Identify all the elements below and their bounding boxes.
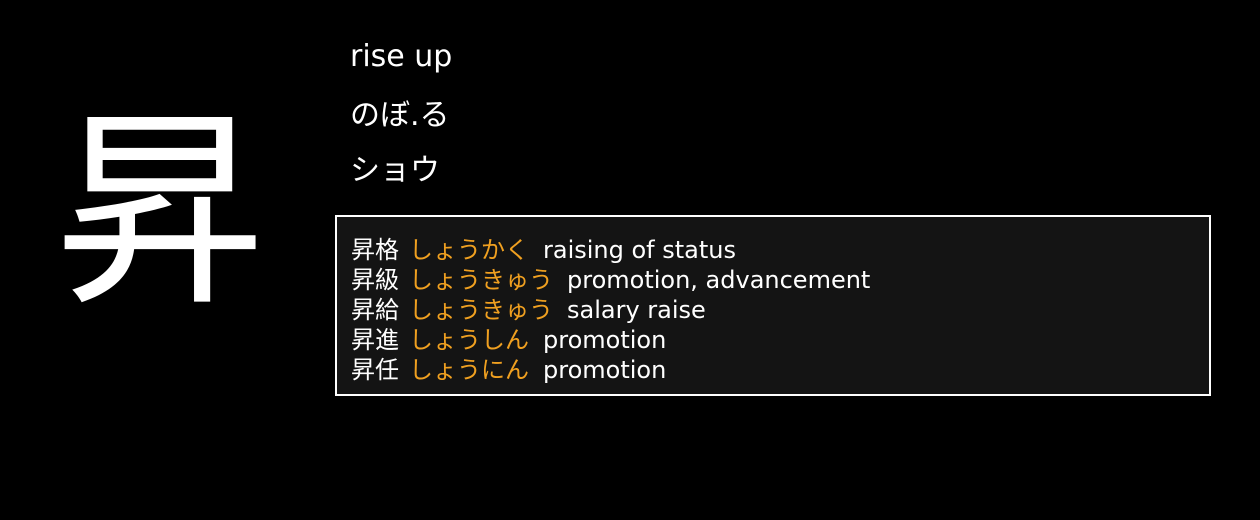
example-row: 昇任 しょうにん promotion	[351, 355, 1209, 385]
example-gloss: salary raise	[567, 296, 706, 324]
example-reading: しょうきゅう	[409, 296, 553, 324]
example-reading: しょうきゅう	[409, 266, 553, 294]
example-words-list: 昇格 しょうかく raising of status 昇級 しょうきゅう promoti…	[351, 235, 1209, 385]
example-row: 昇給 しょうきゅう salary raise	[351, 295, 1209, 325]
on-reading: ショウ	[350, 153, 440, 188]
example-gloss: raising of status	[543, 236, 736, 264]
example-reading: しょうしん	[409, 326, 529, 354]
example-word: 昇級	[351, 266, 399, 294]
kanji-meaning: rise up	[350, 39, 453, 74]
kanji-character: 昇	[54, 90, 265, 335]
example-row: 昇級 しょうきゅう promotion, advancement	[351, 265, 1209, 295]
example-gloss: promotion	[543, 356, 667, 384]
example-words-panel: 昇格 しょうかく raising of status 昇級 しょうきゅう promoti…	[335, 215, 1211, 396]
kun-reading: のぼ.る	[350, 98, 450, 133]
example-row: 昇進 しょうしん promotion	[351, 325, 1209, 355]
example-word: 昇任	[351, 356, 399, 384]
example-word: 昇給	[351, 296, 399, 324]
example-gloss: promotion	[543, 326, 667, 354]
example-row: 昇格 しょうかく raising of status	[351, 235, 1209, 265]
example-reading: しょうにん	[409, 356, 529, 384]
example-word: 昇進	[351, 326, 399, 354]
example-gloss: promotion, advancement	[567, 266, 871, 294]
example-word: 昇格	[351, 236, 399, 264]
example-reading: しょうかく	[409, 236, 529, 264]
